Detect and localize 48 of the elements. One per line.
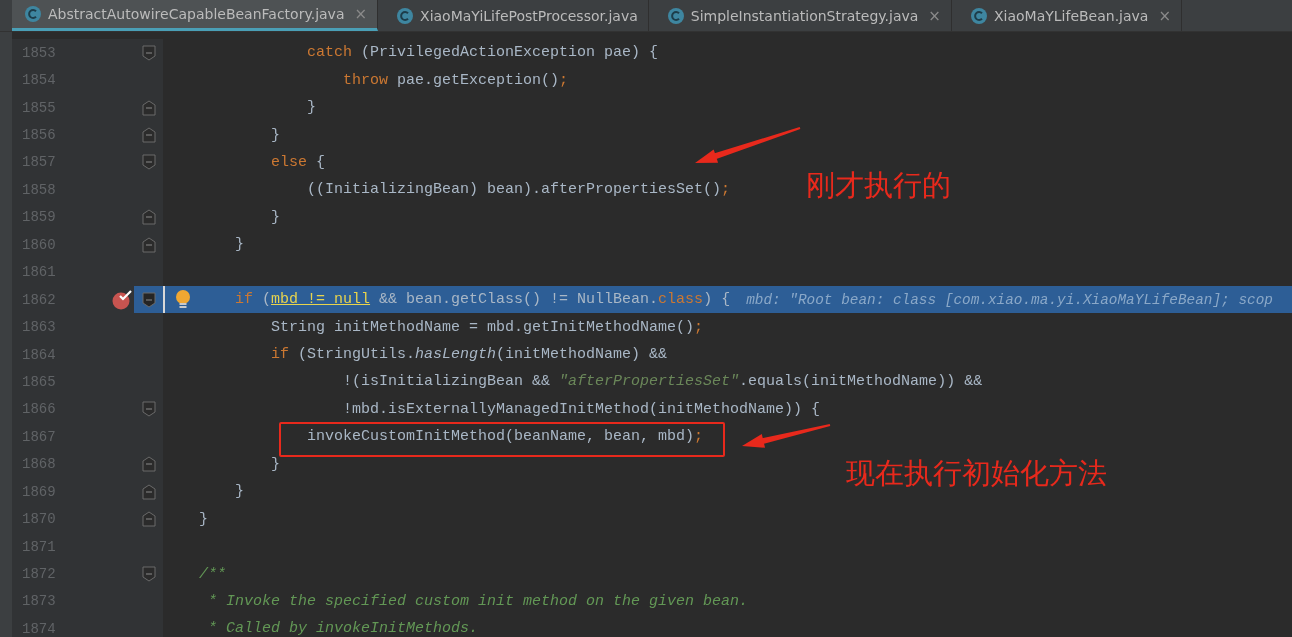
fold-marker-icon[interactable] [141, 566, 156, 583]
code-line: } [306, 99, 317, 117]
class-icon [666, 6, 685, 25]
code-line: catch (PrivilegedActionException pae) { [306, 44, 659, 62]
fold-marker-icon[interactable] [141, 99, 156, 116]
code-line: } [270, 455, 280, 473]
file-tab[interactable]: AbstractAutowireCapableBeanFactory.java × [12, 0, 379, 31]
inline-debug-value: mbd: "Root bean: class [com.xiao.ma.yi.XiaoMaYLifeBean]; scop [746, 291, 1273, 308]
fold-marker-icon[interactable] [141, 236, 156, 253]
fold-marker-icon[interactable] [141, 127, 156, 144]
fold-marker-icon[interactable] [141, 209, 156, 226]
class-icon [24, 5, 42, 23]
fold-marker-icon[interactable] [141, 291, 156, 308]
close-button[interactable]: × [354, 5, 368, 23]
code-line: !(isInitializingBean && "afterPropertiesSet".equals(initMethodName)) && [342, 373, 983, 391]
code-line: } [234, 236, 244, 254]
code-line: * Called by invokeInitMethods. [207, 620, 479, 637]
code-line: throw pae.getException(); [342, 71, 569, 89]
annotation-text: 刚才执行的 [806, 167, 951, 204]
code-line: if (mbd != null && bean.getClass() != NullBean.class) { [234, 291, 731, 309]
code-line: invokeCustomInitMethod(beanName, bean, mbd); [306, 428, 704, 446]
code-line: } [234, 483, 244, 501]
code-line: } [199, 510, 208, 528]
fold-marker-icon[interactable] [141, 483, 156, 500]
fold-marker-icon[interactable] [141, 456, 156, 473]
fold-marker-icon[interactable] [141, 154, 156, 171]
fold-marker-icon[interactable] [141, 511, 156, 528]
class-icon [969, 6, 988, 25]
code-line: ((InitializingBean) bean).afterPropertiesSet(); [306, 181, 731, 199]
class-icon [396, 6, 415, 25]
file-tab[interactable]: XiaoMaYiLifePostProcessor.java [384, 0, 649, 31]
code-line: * Invoke the specified custom init method on the given bean. [207, 592, 749, 610]
lightbulb-icon[interactable] [175, 289, 191, 310]
file-tab[interactable]: XiaoMaYLifeBean.java × [957, 0, 1183, 31]
annotation-text: 现在执行初始化方法 [846, 455, 1107, 492]
code-line: String initMethodName = mbd.getInitMethodName(); [270, 318, 704, 336]
fold-marker-icon[interactable] [141, 44, 156, 61]
code-line: /** [199, 565, 226, 583]
fold-marker-icon[interactable] [141, 401, 156, 418]
close-button[interactable]: × [1158, 6, 1172, 25]
breakpoint-icon[interactable] [112, 289, 134, 310]
code-line: if (StringUtils.hasLength(initMethodName) && [270, 346, 668, 364]
code-line: } [270, 208, 280, 226]
file-tab[interactable]: SimpleInstantiationStrategy.java × [654, 0, 952, 31]
code-line: } [270, 126, 280, 144]
code-line: else { [270, 153, 326, 171]
code-line: !mbd.isExternallyManagedInitMethod(initMethodName)) { [342, 400, 821, 418]
close-button[interactable]: × [928, 6, 941, 25]
